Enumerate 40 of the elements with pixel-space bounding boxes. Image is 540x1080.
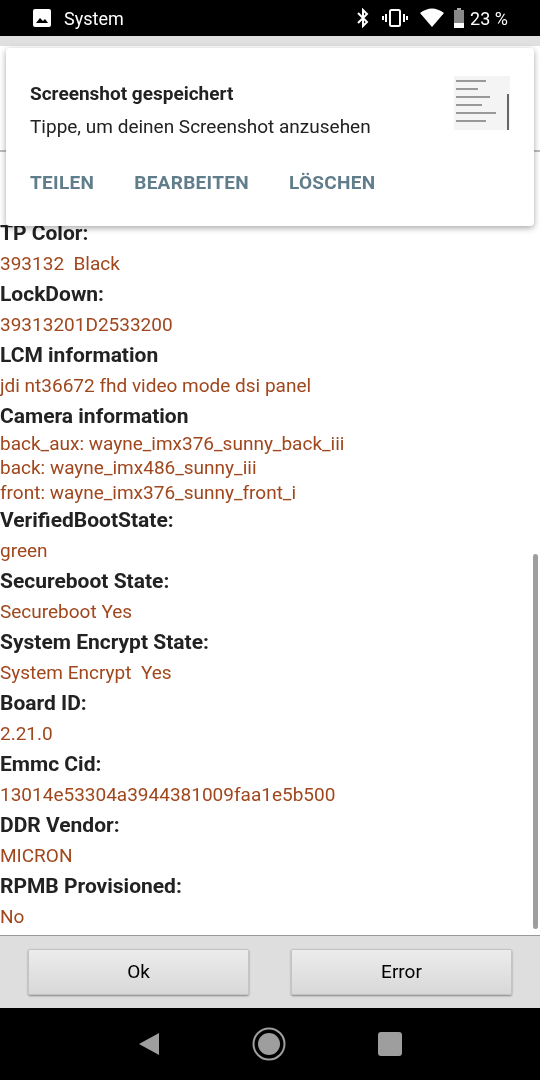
vibrate-icon (382, 8, 409, 28)
dialog-button[interactable]: Error (291, 949, 512, 995)
info-value: back_aux: wayne_imx376_sunny_back_iii (0, 431, 345, 456)
info-label: LCM information (0, 342, 159, 369)
bluetooth-icon (356, 8, 371, 28)
info-value: No (0, 903, 25, 930)
notification-text: Tippe, um deinen Screenshot anzusehen (30, 113, 372, 140)
image-icon (32, 8, 52, 28)
back-icon[interactable] (138, 1032, 160, 1056)
info-label: VerifiedBootState: (0, 507, 174, 534)
info-value: System Encrypt Yes (0, 659, 172, 686)
home-icon[interactable] (252, 1027, 286, 1061)
app-name: System (64, 6, 124, 31)
wifi-icon (420, 8, 445, 28)
info-label: System Encrypt State: (0, 629, 209, 656)
info-label: DDR Vendor: (0, 812, 120, 839)
screenshot-thumbnail (454, 76, 510, 130)
info-value: 13014e53304a3944381009faa1e5b500 (0, 781, 336, 808)
info-label: Board ID: (0, 690, 87, 717)
info-label: Emmc Cid: (0, 751, 102, 778)
info-value: 393132 Black (0, 250, 120, 277)
info-value: 2.21.0 (0, 720, 53, 747)
info-value: green (0, 537, 48, 564)
battery-level: 23 % (470, 6, 508, 31)
notification-title: Screenshot gespeichert (30, 81, 235, 107)
info-value: Secureboot Yes (0, 598, 133, 625)
info-value: jdi nt36672 fhd video mode dsi panel (0, 372, 312, 399)
info-label: Camera information (0, 403, 189, 430)
dialog-button[interactable]: Ok (28, 949, 249, 995)
notification-action[interactable]: TEILEN (30, 169, 95, 198)
notification-action[interactable]: BEARBEITEN (134, 169, 249, 198)
battery-icon (454, 8, 465, 28)
info-value: back: wayne_imx486_sunny_iii (0, 456, 257, 481)
info-value: 39313201D2533200 (0, 311, 173, 338)
info-label: LockDown: (0, 281, 104, 308)
info-value: MICRON (0, 842, 73, 869)
info-label: Secureboot State: (0, 568, 170, 595)
info-label: RPMB Provisioned: (0, 873, 182, 900)
notification-action[interactable]: LÖSCHEN (288, 169, 376, 198)
info-value: front: wayne_imx376_sunny_front_i (0, 480, 297, 505)
